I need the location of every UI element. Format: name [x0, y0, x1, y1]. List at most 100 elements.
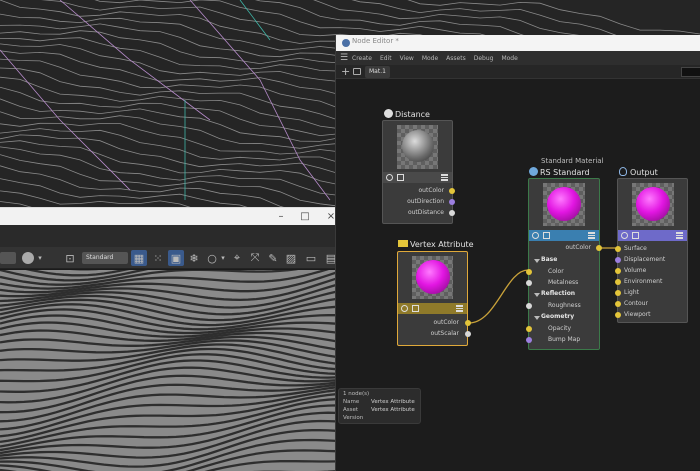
port-outdirection: outDirection — [407, 198, 444, 205]
port-dot-color[interactable] — [526, 269, 532, 275]
menu-bar: ☰ Create Edit View Mode Assets Debug Mod… — [336, 51, 700, 65]
port-dot-outcolor[interactable] — [465, 320, 471, 326]
port-dot-environment[interactable] — [615, 279, 621, 285]
distance-node[interactable]: outColor outDirection outDistance — [382, 120, 455, 224]
menu-icon[interactable] — [588, 232, 595, 239]
grid-icon[interactable]: ⁙ — [150, 250, 166, 266]
port-dot-bump-map[interactable] — [526, 337, 532, 343]
port-dot-contour[interactable] — [615, 301, 621, 307]
display-mode-icon[interactable]: ▦ — [131, 250, 147, 266]
port-outscalar: outScalar — [430, 330, 459, 337]
output-node-title[interactable]: Output — [619, 167, 658, 177]
image-icon[interactable] — [412, 305, 419, 312]
output-preview-sphere — [636, 187, 670, 221]
menu-item-mode[interactable]: Mode — [422, 55, 438, 62]
node-editor-titlebar[interactable]: Node Editor * — [336, 35, 700, 51]
port-roughness: Roughness — [548, 302, 581, 309]
port-contour: Contour — [624, 300, 648, 307]
image-icon[interactable] — [397, 174, 404, 181]
port-bump-map: Bump Map — [548, 336, 581, 343]
tab-material[interactable]: Mat.1 — [365, 66, 390, 78]
port-dot-displacement[interactable] — [615, 257, 621, 263]
crop-icon[interactable]: ⊡ — [62, 250, 78, 266]
chevron-down-icon[interactable]: ▾ — [219, 250, 227, 266]
vertex-attribute-node[interactable]: outColor outScalar — [397, 251, 471, 346]
vertex-attribute-node-title[interactable]: Vertex Attribute — [398, 240, 474, 249]
port-dot-roughness[interactable] — [526, 303, 532, 309]
section-reflection[interactable]: Reflection — [541, 290, 575, 297]
rs-standard-node-title[interactable]: RS Standard — [529, 167, 590, 177]
distance-node-title[interactable]: Distance — [384, 109, 430, 119]
port-dot-metalness[interactable] — [526, 280, 532, 286]
image-icon[interactable]: ▭ — [303, 250, 319, 266]
collapse-geometry-icon[interactable] — [534, 316, 540, 320]
gear-icon[interactable] — [386, 174, 393, 181]
menu-icon[interactable] — [676, 232, 683, 239]
menu-icon[interactable] — [441, 174, 448, 181]
hamburger-icon[interactable]: ☰ — [336, 51, 352, 65]
output-title-text: Output — [630, 168, 658, 177]
menu-item-debug[interactable]: Debug — [474, 55, 494, 62]
bottom-viewport[interactable] — [0, 270, 345, 471]
info-version-label: Version — [343, 415, 364, 421]
port-dot-outdistance[interactable] — [449, 210, 455, 216]
node-canvas[interactable]: Distance outColor outDirection outDistan… — [336, 80, 700, 471]
secondary-window-band — [0, 225, 345, 247]
collapse-reflection-icon[interactable] — [534, 293, 540, 297]
output-node-bar — [618, 230, 687, 241]
menu-icon[interactable] — [456, 305, 463, 312]
minimize-icon[interactable]: – — [274, 210, 288, 223]
vertex-attribute-preview — [412, 256, 453, 299]
port-dot-outscalar[interactable] — [465, 331, 471, 337]
port-dot-volume[interactable] — [615, 268, 621, 274]
rs-standard-title-text: RS Standard — [540, 168, 590, 177]
output-icon — [619, 167, 627, 176]
port-dot-outdirection[interactable] — [449, 199, 455, 205]
collapse-base-icon[interactable] — [534, 259, 540, 263]
focus-icon[interactable]: ⌖ — [229, 250, 245, 266]
snap-icon[interactable]: ▣ — [168, 250, 184, 266]
port-dot-light[interactable] — [615, 290, 621, 296]
snowflake-icon[interactable]: ❄ — [186, 250, 202, 266]
image-icon[interactable] — [632, 232, 639, 239]
gear-icon[interactable] — [401, 305, 408, 312]
image-icon[interactable] — [543, 232, 550, 239]
output-node[interactable]: Surface Displacement Volume Environment … — [615, 178, 688, 323]
distance-icon — [384, 109, 393, 118]
menu-item-edit[interactable]: Edit — [380, 55, 392, 62]
view-dropdown[interactable]: Standard — [82, 252, 128, 264]
gear-icon[interactable] — [532, 232, 539, 239]
circle-select-icon[interactable]: ○ — [204, 250, 220, 266]
chevron-down-icon[interactable]: ▾ — [36, 250, 44, 266]
transform-icon[interactable]: ⤧ — [247, 250, 263, 266]
rs-standard-node[interactable]: outColor Base Color Metalness Reflection… — [526, 178, 602, 350]
port-dot-outcolor[interactable] — [596, 245, 602, 251]
port-dot-outcolor[interactable] — [449, 188, 455, 194]
port-outcolor: outColor — [433, 319, 460, 326]
port-dot-surface[interactable] — [615, 246, 621, 252]
rs-standard-subtitle: Standard Material — [541, 157, 604, 165]
magic-wand-icon[interactable]: ✎ — [265, 250, 281, 266]
port-dot-opacity[interactable] — [526, 326, 532, 332]
gear-icon[interactable] — [621, 232, 628, 239]
menu-item-assets[interactable]: Assets — [446, 55, 466, 62]
render-view-icon[interactable] — [20, 250, 36, 266]
mode-dropdown[interactable] — [0, 252, 16, 264]
section-geometry[interactable]: Geometry — [541, 313, 574, 320]
menu-item-mode-2[interactable]: Mode — [501, 55, 517, 62]
hatch-icon[interactable]: ▨ — [283, 250, 299, 266]
menu-item-create[interactable]: Create — [352, 55, 372, 62]
search-field[interactable] — [681, 67, 700, 77]
rs-standard-preview — [543, 183, 585, 226]
vertex-attribute-icon — [398, 240, 408, 247]
maximize-icon[interactable]: □ — [298, 210, 312, 223]
tab-icon[interactable] — [353, 68, 361, 75]
section-base[interactable]: Base — [541, 256, 557, 263]
info-count: 1 node(s) — [343, 391, 370, 397]
add-tab-icon[interactable]: + — [341, 66, 350, 78]
wire-outcolor-to-color — [468, 269, 529, 324]
port-dot-viewport[interactable] — [615, 312, 621, 318]
menu-item-view[interactable]: View — [400, 55, 414, 62]
distance-preview-sphere — [402, 130, 434, 162]
port-metalness: Metalness — [548, 279, 579, 286]
